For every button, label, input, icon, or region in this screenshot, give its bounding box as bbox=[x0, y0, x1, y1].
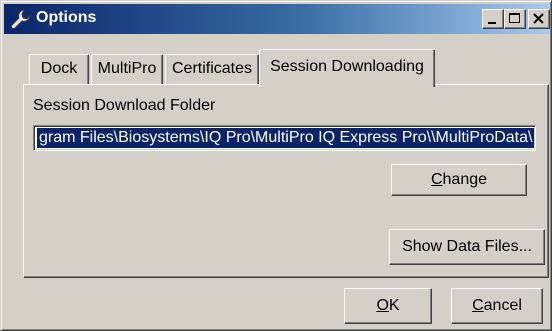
ok-button[interactable]: OK bbox=[344, 288, 432, 324]
options-dialog: Options Dock MultiPro Certificates Sessi… bbox=[0, 0, 552, 331]
ok-label: K bbox=[388, 297, 400, 314]
tab-multipro[interactable]: MultiPro bbox=[91, 54, 163, 84]
session-download-folder-input[interactable]: gram Files\Biosystems\IQ Pro\MultiPro IQ… bbox=[33, 125, 536, 151]
show-data-files-button[interactable]: Show Data Files... bbox=[389, 229, 545, 265]
change-button[interactable]: Change bbox=[391, 164, 527, 196]
cancel-label: ancel bbox=[483, 297, 522, 314]
cancel-mnemonic: C bbox=[472, 297, 484, 314]
minimize-button[interactable] bbox=[482, 9, 504, 29]
maximize-button[interactable] bbox=[504, 9, 526, 29]
title-bar[interactable]: Options bbox=[4, 4, 550, 34]
change-mnemonic: C bbox=[430, 171, 443, 188]
cancel-button[interactable]: Cancel bbox=[451, 288, 543, 324]
tab-certificates[interactable]: Certificates bbox=[165, 54, 259, 84]
tab-dock[interactable]: Dock bbox=[29, 54, 89, 84]
folder-path-value: gram Files\Biosystems\IQ Pro\MultiPro IQ… bbox=[37, 128, 535, 148]
maximize-icon bbox=[509, 13, 520, 23]
minimize-icon bbox=[488, 22, 496, 24]
close-icon bbox=[533, 13, 544, 24]
change-label: hange bbox=[442, 171, 488, 188]
close-button[interactable] bbox=[528, 9, 550, 29]
ok-mnemonic: O bbox=[376, 297, 389, 314]
session-download-folder-label: Session Download Folder bbox=[33, 97, 216, 114]
window-title: Options bbox=[36, 9, 97, 26]
tab-session-downloading[interactable]: Session Downloading bbox=[259, 49, 435, 87]
session-downloading-panel: Session Download Folder gram Files\Biosy… bbox=[23, 84, 549, 278]
wrench-icon bbox=[10, 8, 32, 30]
